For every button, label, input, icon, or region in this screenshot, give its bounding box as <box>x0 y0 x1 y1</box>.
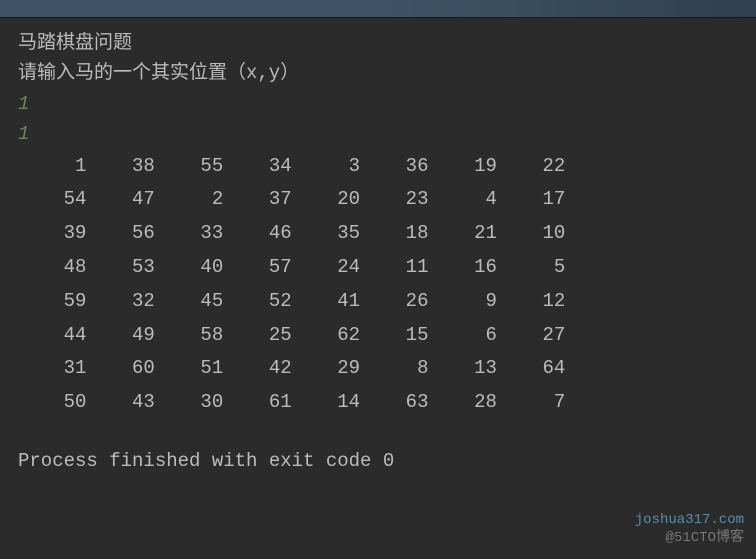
board-row-0: 1 38 55 34 3 36 19 22 <box>18 150 756 184</box>
exit-message: Process finished with exit code 0 <box>18 446 756 476</box>
blank-line <box>18 420 756 436</box>
board-row-2: 39 56 33 46 35 18 21 10 <box>18 217 756 251</box>
board-row-4: 59 32 45 52 41 26 9 12 <box>18 285 756 319</box>
console-output: 马踏棋盘问题 请输入马的一个其实位置（x,y） 1 1 1 38 55 34 3… <box>0 18 756 476</box>
watermark-blog: @51CTO博客 <box>635 529 744 547</box>
user-input-x: 1 <box>18 89 756 119</box>
program-title: 马踏棋盘问题 <box>18 28 756 58</box>
watermark: joshua317.com @51CTO博客 <box>635 511 744 547</box>
board-row-1: 54 47 2 37 20 23 4 17 <box>18 183 756 217</box>
user-input-y: 1 <box>18 119 756 149</box>
input-prompt: 请输入马的一个其实位置（x,y） <box>18 58 756 88</box>
board-row-3: 48 53 40 57 24 11 16 5 <box>18 251 756 285</box>
board-row-7: 50 43 30 61 14 63 28 7 <box>18 386 756 420</box>
watermark-site: joshua317.com <box>635 511 744 529</box>
board-row-6: 31 60 51 42 29 8 13 64 <box>18 352 756 386</box>
board-row-5: 44 49 58 25 62 15 6 27 <box>18 319 756 353</box>
title-bar <box>0 0 756 18</box>
